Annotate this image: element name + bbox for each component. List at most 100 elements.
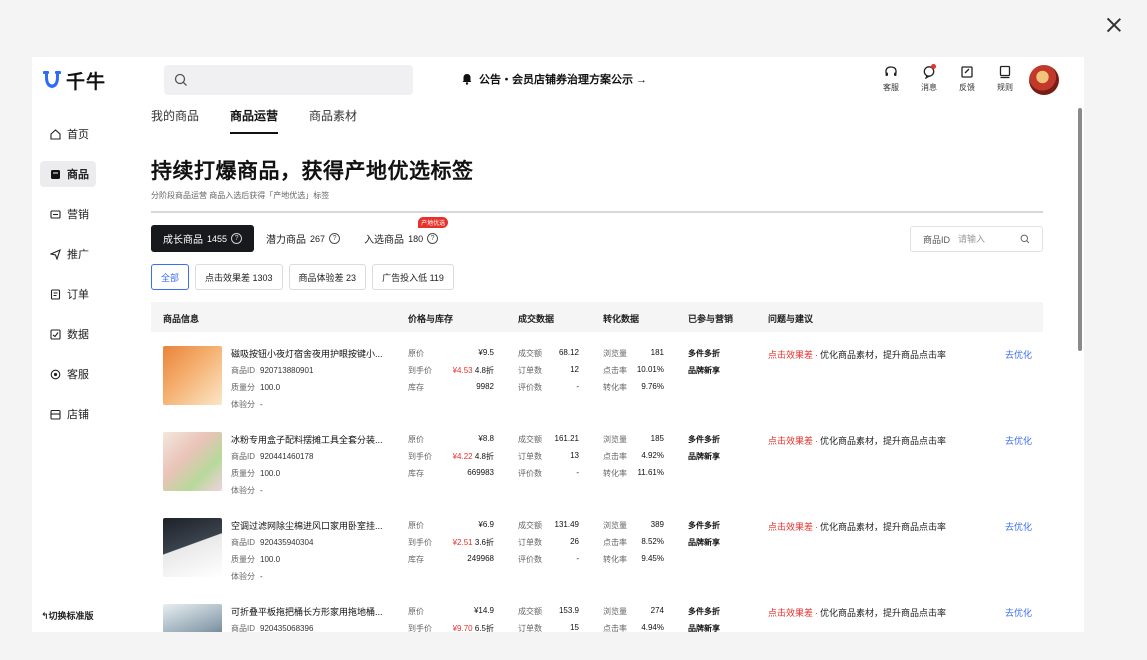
segment-potential-products[interactable]: 潜力商品 267 ? (254, 225, 352, 252)
final-price: ¥4.53 4.8折 (452, 366, 494, 375)
sidebar-item-label: 店铺 (67, 409, 89, 421)
table-header: 商品信息 价格与库存 成交数据 转化数据 已参与营销 问题与建议 (151, 302, 1043, 332)
customer-service-button[interactable]: 客服 (880, 65, 902, 93)
issue-tag: 点击效果差 (768, 522, 814, 532)
issue-suggestion: 点击效果差 · 优化商品素材，提升商品点击率 (768, 522, 947, 532)
column-header: 问题与建议 (768, 314, 814, 324)
tab-product-operations[interactable]: 商品运营 (230, 107, 279, 134)
app-logo[interactable]: 千牛 (42, 68, 107, 93)
gmv-label: 成交额 (518, 607, 542, 616)
sidebar-item-store[interactable]: 店铺 (40, 401, 96, 427)
feedback-label: 反馈 (959, 83, 975, 92)
orders-value: 13 (570, 451, 579, 460)
rules-button[interactable]: 规则 (994, 65, 1016, 93)
cvr-value: 9.76% (641, 382, 664, 391)
sidebar-item-promote[interactable]: 推广 (40, 241, 96, 267)
gmv-value: 153.9 (558, 606, 579, 615)
tab-my-products[interactable]: 我的商品 (151, 107, 199, 134)
orig-price-label: 原价 (408, 349, 424, 358)
stock-label: 库存 (408, 383, 424, 392)
cvr-value: 9.45% (641, 554, 664, 563)
filter-low-ad-spend[interactable]: 广告投入低 119 (372, 264, 454, 290)
product-id: 商品ID 920441460178 (231, 452, 314, 461)
sidebar: 首页 商品 营销 推广 订单 数据 客服 店铺 ↰切换标准版 (32, 103, 114, 632)
optimize-link[interactable]: 去优化 (1005, 520, 1032, 533)
app-name: 千牛 (66, 71, 107, 93)
page-title: 持续打爆商品，获得产地优选标签 (151, 160, 474, 183)
segment-count: 1455 (207, 233, 228, 244)
promo-brand-new: 品牌新享 (688, 452, 720, 461)
views-value: 389 (650, 520, 664, 529)
ctr-label: 点击率 (603, 366, 627, 375)
experience-score: 体验分 - (231, 486, 263, 495)
product-thumbnail[interactable] (163, 346, 222, 405)
product-thumbnail[interactable] (163, 432, 222, 491)
search-icon[interactable] (1020, 234, 1030, 244)
help-icon[interactable]: ? (231, 233, 243, 244)
table-row: 磁吸按钮小夜灯宿舍夜用护眼按键小... 商品ID 920713880901 质量分… (151, 334, 1043, 420)
orig-price: ¥8.8 (478, 434, 494, 443)
sidebar-item-marketing[interactable]: 营销 (40, 201, 96, 227)
close-icon[interactable] (1104, 15, 1124, 35)
header-toolbar: 客服 消息 反馈 规则 (880, 64, 1016, 93)
stock-label: 库存 (408, 469, 424, 478)
suggestion-text: 优化商品素材，提升商品点击率 (820, 436, 947, 446)
final-price: ¥2.51 3.6折 (452, 538, 494, 547)
help-icon[interactable]: ? (329, 233, 341, 244)
orig-price: ¥6.9 (478, 520, 494, 529)
views-value: 274 (650, 606, 664, 615)
tab-product-materials[interactable]: 商品素材 (309, 107, 357, 134)
segment-selected-products[interactable]: 入选商品 180 ? 产地优选 (352, 217, 450, 252)
optimize-link[interactable]: 去优化 (1005, 606, 1032, 619)
column-header: 转化数据 (603, 314, 640, 324)
orders-value: 12 (570, 365, 579, 374)
orders-label: 订单数 (518, 538, 542, 547)
gmv-value: 131.49 (554, 520, 579, 529)
product-id: 商品ID 920435068396 (231, 624, 314, 632)
stock-value: 249968 (467, 554, 494, 563)
product-title[interactable]: 空调过滤网除尘棉进风口家用卧室挂... (231, 519, 386, 532)
global-search-input[interactable] (164, 65, 413, 95)
sidebar-item-label: 客服 (67, 369, 89, 381)
cvr-label: 转化率 (603, 383, 627, 392)
product-thumbnail[interactable] (163, 604, 222, 632)
help-icon[interactable]: ? (427, 233, 439, 244)
experience-score: 体验分 - (231, 572, 263, 581)
optimize-link[interactable]: 去优化 (1005, 434, 1032, 447)
suggestion-text: 优化商品素材，提升商品点击率 (820, 608, 947, 618)
announcement-banner[interactable]: 公告・会员店铺券治理方案公示 → (461, 71, 647, 87)
ctr-value: 10.01% (636, 365, 664, 374)
stock-label: 库存 (408, 555, 424, 564)
sidebar-item-service[interactable]: 客服 (40, 361, 96, 387)
segment-label: 入选商品 (364, 235, 405, 246)
switch-standard-version-link[interactable]: ↰切换标准版 (41, 609, 94, 622)
product-title[interactable]: 可折叠平板拖把桶长方形家用拖地桶... (231, 605, 386, 618)
final-price-label: 到手价 (408, 366, 432, 375)
page-subtitle: 分阶段商品运营 商品入选后获得「产地优选」标签 (151, 191, 330, 200)
product-thumbnail[interactable] (163, 518, 222, 577)
product-title[interactable]: 磁吸按钮小夜灯宿舍夜用护眼按键小... (231, 347, 386, 360)
sidebar-item-home[interactable]: 首页 (40, 121, 96, 147)
optimize-link[interactable]: 去优化 (1005, 348, 1032, 361)
filter-all[interactable]: 全部 (151, 264, 190, 290)
filter-poor-experience[interactable]: 商品体验差 23 (288, 264, 367, 290)
sidebar-item-label: 订单 (67, 289, 89, 301)
product-id-input[interactable] (958, 234, 1014, 244)
ctr-value: 4.92% (641, 451, 664, 460)
scrollbar[interactable] (1078, 108, 1082, 351)
sidebar-item-data[interactable]: 数据 (40, 321, 96, 347)
feedback-icon (961, 66, 973, 78)
orders-label: 订单数 (518, 452, 542, 461)
ctr-label: 点击率 (603, 452, 627, 461)
segment-growth-products[interactable]: 成长商品 1455 ? (151, 225, 255, 252)
sidebar-item-product[interactable]: 商品 (40, 161, 96, 187)
message-button[interactable]: 消息 (918, 64, 940, 93)
product-id: 商品ID 920713880901 (231, 366, 314, 375)
feedback-button[interactable]: 反馈 (956, 65, 978, 93)
user-avatar[interactable] (1029, 65, 1059, 95)
filter-poor-click[interactable]: 点击效果差 1303 (195, 264, 283, 290)
views-label: 浏览量 (603, 349, 627, 358)
sidebar-item-order[interactable]: 订单 (40, 281, 96, 307)
final-price-label: 到手价 (408, 624, 432, 632)
product-title[interactable]: 冰粉专用盒子配料摆摊工具全套分装... (231, 433, 386, 446)
